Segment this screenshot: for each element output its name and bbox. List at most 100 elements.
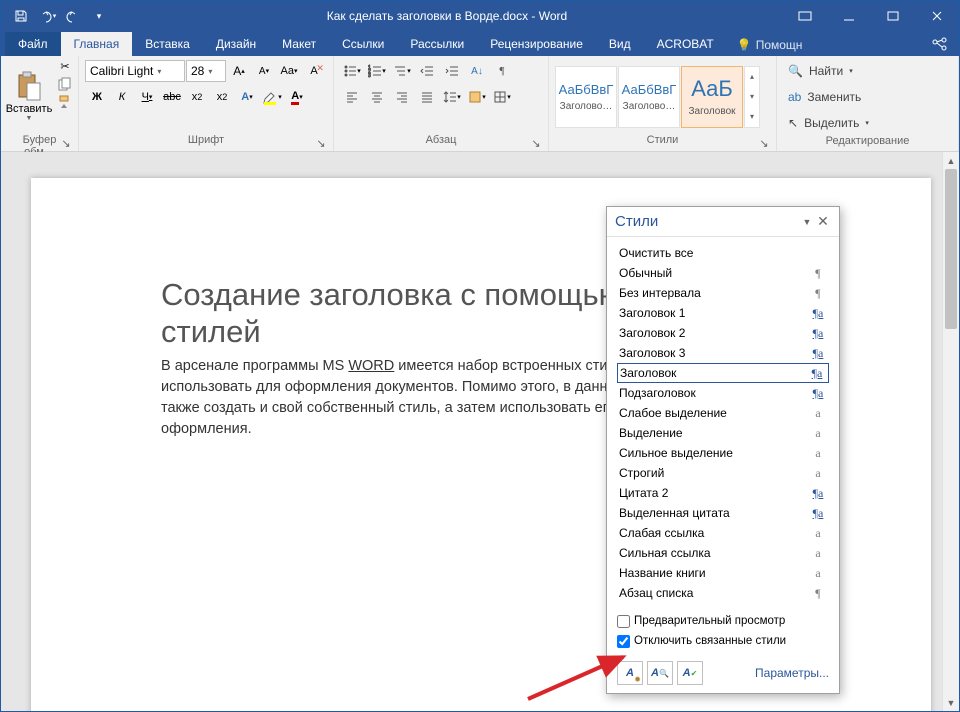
cut-icon[interactable]: ✂ [53, 59, 77, 74]
tab-design[interactable]: Дизайн [203, 32, 269, 56]
disable-linked-checkbox[interactable]: Отключить связанные стили [617, 631, 829, 651]
style-gallery-item[interactable]: АаБбВвГЗаголово… [618, 66, 680, 128]
decrease-indent-icon[interactable] [415, 63, 439, 79]
ribbon-display-icon[interactable] [783, 1, 827, 31]
style-list-item[interactable]: Название книгиa [617, 563, 829, 583]
style-list-item[interactable]: Выделенная цитата¶a [617, 503, 829, 523]
font-name-select[interactable]: Calibri Light▾ [85, 60, 185, 82]
style-gallery-item[interactable]: АаБбВвГЗаголово… [555, 66, 617, 128]
style-list-item[interactable]: Заголовок¶a [617, 363, 829, 383]
tab-mailings[interactable]: Рассылки [397, 32, 477, 56]
change-case-icon[interactable]: Aa▾ [277, 64, 301, 78]
tab-file[interactable]: Файл [5, 32, 61, 56]
style-list-item[interactable]: Без интервала¶ [617, 283, 829, 303]
align-left-icon[interactable] [340, 89, 364, 105]
style-list-item[interactable]: Сильная ссылкаa [617, 543, 829, 563]
manage-styles-button[interactable]: A✔ [677, 661, 703, 685]
bullets-icon[interactable]: ▾ [340, 63, 364, 79]
tab-acrobat[interactable]: ACROBAT [644, 32, 727, 56]
pane-options-icon[interactable]: ▼ [799, 217, 815, 227]
format-painter-icon[interactable] [53, 94, 77, 110]
select-icon: ↖ [788, 116, 798, 130]
group-label: Редактирование [783, 135, 952, 150]
style-list-item[interactable]: Сильное выделениеa [617, 443, 829, 463]
scroll-down-icon[interactable]: ▼ [943, 694, 959, 711]
strike-icon[interactable]: abc [160, 90, 184, 104]
text-effects-icon[interactable]: A▾ [235, 90, 259, 104]
multilevel-icon[interactable]: ▾ [390, 63, 414, 79]
style-list-item[interactable]: Цитата 2¶a [617, 483, 829, 503]
style-list-item[interactable]: Выделениеa [617, 423, 829, 443]
minimize-icon[interactable] [827, 1, 871, 31]
style-list-item[interactable]: Заголовок 3¶a [617, 343, 829, 363]
scroll-thumb[interactable] [945, 169, 957, 329]
shrink-font-icon[interactable]: A▾ [252, 65, 276, 78]
grow-font-icon[interactable]: A▴ [227, 63, 251, 79]
subscript-icon[interactable]: x2 [185, 90, 209, 104]
style-list-item[interactable]: Обычный¶ [617, 263, 829, 283]
style-list-item[interactable]: Очистить все [617, 243, 829, 263]
numbering-icon[interactable]: 123▾ [365, 63, 389, 79]
tell-me[interactable]: 💡Помощн [727, 34, 813, 56]
style-list-item[interactable]: Абзац списка¶ [617, 583, 829, 603]
highlight-icon[interactable]: ▾ [260, 88, 284, 106]
increase-indent-icon[interactable] [440, 63, 464, 79]
preview-checkbox[interactable]: Предварительный просмотр [617, 611, 829, 631]
font-size-select[interactable]: 28▾ [186, 60, 226, 82]
qat-customize-icon[interactable]: ▾ [87, 4, 111, 28]
clipboard-icon [16, 71, 42, 101]
paste-button[interactable]: Вставить ▼ [7, 59, 51, 133]
align-center-icon[interactable] [365, 89, 389, 105]
close-icon[interactable] [915, 1, 959, 31]
tab-review[interactable]: Рецензирование [477, 32, 596, 56]
share-icon[interactable] [921, 31, 959, 56]
new-style-button[interactable]: A✹ [617, 661, 643, 685]
style-list-item[interactable]: Слабая ссылкаa [617, 523, 829, 543]
dialog-launcher-icon[interactable]: ↘ [758, 137, 770, 149]
line-spacing-icon[interactable]: ▾ [440, 89, 464, 105]
shading-icon[interactable]: ▾ [465, 89, 489, 105]
pane-header[interactable]: Стили ▼ ✕ [607, 207, 839, 237]
style-list-item[interactable]: Слабое выделениеa [617, 403, 829, 423]
select-button[interactable]: ↖Выделить▾ [783, 115, 874, 131]
tab-references[interactable]: Ссылки [329, 32, 397, 56]
copy-icon[interactable] [53, 76, 77, 92]
style-gallery-item[interactable]: АаБЗаголовок [681, 66, 743, 128]
replace-button[interactable]: abЗаменить [783, 89, 866, 105]
dialog-launcher-icon[interactable]: ↘ [60, 137, 72, 149]
maximize-icon[interactable] [871, 1, 915, 31]
style-list-item[interactable]: Подзаголовок¶a [617, 383, 829, 403]
style-list-item[interactable]: Заголовок 2¶a [617, 323, 829, 343]
show-marks-icon[interactable]: ¶ [490, 64, 514, 78]
font-color-icon[interactable]: A▾ [285, 89, 309, 106]
pane-close-icon[interactable]: ✕ [815, 213, 831, 230]
pane-parameters-link[interactable]: Параметры... [707, 666, 829, 680]
underline-icon[interactable]: Ч▾ [135, 90, 159, 104]
italic-icon[interactable]: К [110, 90, 134, 104]
align-right-icon[interactable] [390, 89, 414, 105]
tab-insert[interactable]: Вставка [132, 32, 203, 56]
tab-home[interactable]: Главная [61, 32, 133, 56]
find-button[interactable]: 🔍Найти▾ [783, 63, 858, 79]
style-list-item[interactable]: Строгийa [617, 463, 829, 483]
superscript-icon[interactable]: x2 [210, 90, 234, 104]
tab-view[interactable]: Вид [596, 32, 644, 56]
clear-format-icon[interactable]: A✕ [302, 64, 326, 78]
tab-layout[interactable]: Макет [269, 32, 329, 56]
bold-icon[interactable]: Ж [85, 90, 109, 104]
vertical-scrollbar[interactable]: ▲ ▼ [942, 152, 959, 711]
bulb-icon: 💡 [737, 38, 752, 52]
redo-icon[interactable] [61, 4, 85, 28]
dialog-launcher-icon[interactable]: ↘ [530, 137, 542, 149]
style-list-item[interactable]: Заголовок 1¶a [617, 303, 829, 323]
dialog-launcher-icon[interactable]: ↘ [315, 137, 327, 149]
undo-icon[interactable]: ▾ [35, 4, 59, 28]
save-icon[interactable] [9, 4, 33, 28]
borders-icon[interactable]: ▾ [490, 89, 514, 105]
scroll-up-icon[interactable]: ▲ [943, 152, 959, 169]
style-inspector-button[interactable]: A🔍 [647, 661, 673, 685]
justify-icon[interactable] [415, 89, 439, 105]
group-label: Абзац↘ [340, 134, 542, 150]
gallery-more-icon[interactable]: ▴▾▾ [744, 66, 760, 128]
sort-icon[interactable]: A↓ [465, 65, 489, 78]
